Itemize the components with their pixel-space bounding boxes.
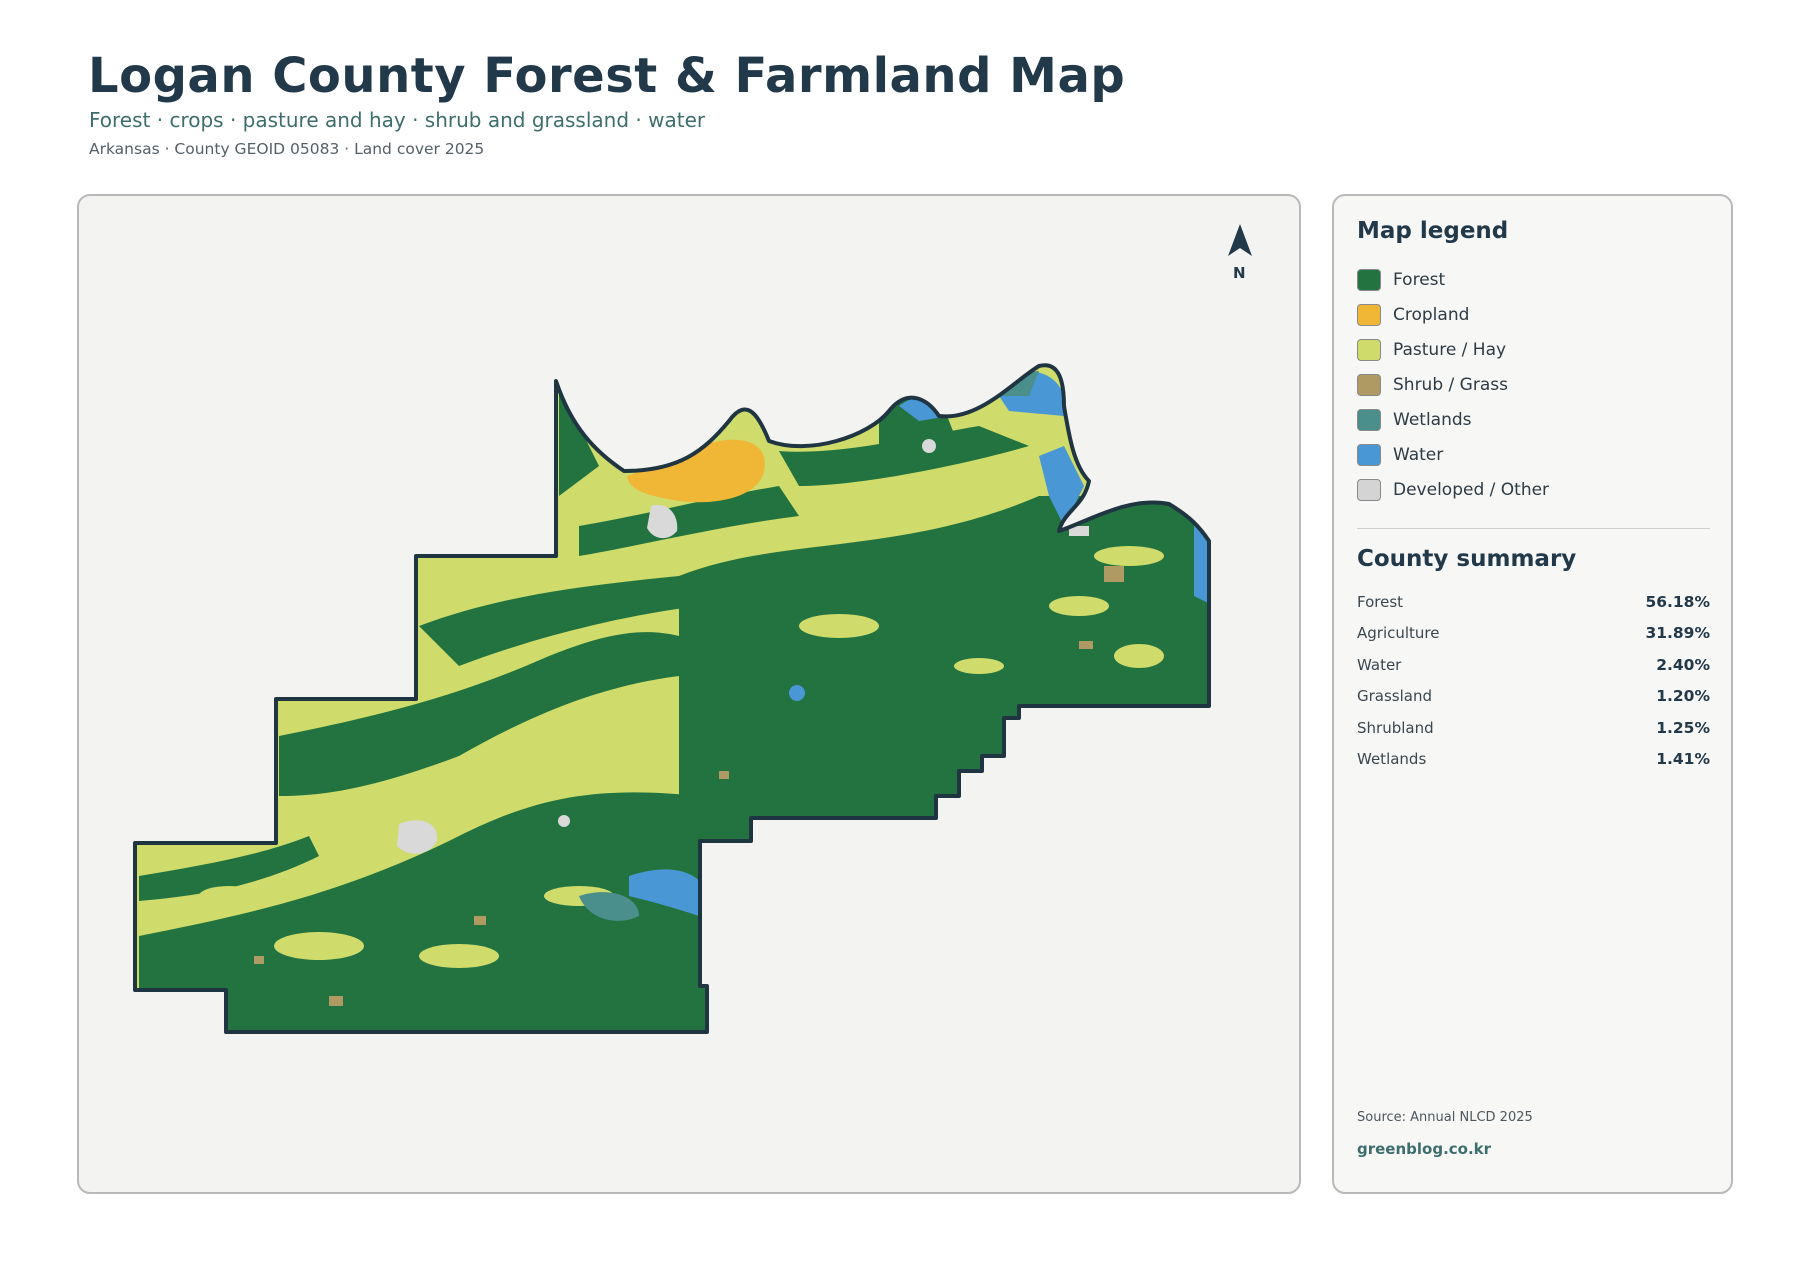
page-meta: Arkansas · County GEOID 05083 · Land cov…	[89, 140, 485, 158]
summary-name: Grassland	[1357, 687, 1432, 706]
legend-swatch-developed	[1357, 478, 1381, 501]
summary-row: Wetlands 1.41%	[1357, 744, 1710, 776]
map-panel[interactable]: N	[77, 194, 1301, 1194]
legend-swatch-shrub	[1357, 373, 1381, 396]
legend-swatch-wetlands	[1357, 408, 1381, 431]
summary-row: Water 2.40%	[1357, 649, 1710, 681]
page-title: Logan County Forest & Farmland Map	[88, 48, 1126, 104]
summary-value: 2.40%	[1656, 655, 1710, 674]
legend-item-wetlands: Wetlands	[1357, 402, 1549, 437]
legend-swatch-pasture	[1357, 338, 1381, 361]
site-link[interactable]: greenblog.co.kr	[1357, 1140, 1491, 1158]
source-note: Source: Annual NLCD 2025	[1357, 1110, 1533, 1125]
summary-row: Grassland 1.20%	[1357, 681, 1710, 713]
summary-name: Shrubland	[1357, 718, 1434, 737]
legend-swatch-water	[1357, 443, 1381, 466]
summary-name: Water	[1357, 655, 1402, 674]
legend-label: Forest	[1393, 269, 1446, 290]
legend-title: Map legend	[1357, 218, 1509, 244]
legend-label: Water	[1393, 444, 1444, 465]
page-subtitle: Forest · crops · pasture and hay · shrub…	[89, 108, 706, 132]
legend-swatch-forest	[1357, 268, 1381, 291]
legend-label: Developed / Other	[1393, 479, 1550, 500]
panel-divider	[1357, 528, 1710, 529]
summary-name: Forest	[1357, 592, 1404, 611]
summary-value: 1.25%	[1656, 718, 1710, 737]
summary-row: Forest 56.18%	[1357, 586, 1710, 618]
legend-item-cropland: Cropland	[1357, 297, 1549, 332]
summary-row: Agriculture 31.89%	[1357, 618, 1710, 650]
legend-swatch-cropland	[1357, 303, 1381, 326]
summary-name: Wetlands	[1357, 750, 1427, 769]
summary-title: County summary	[1357, 546, 1577, 572]
summary-value: 31.89%	[1645, 624, 1710, 643]
legend-label: Shrub / Grass	[1393, 374, 1508, 395]
legend-item-pasture: Pasture / Hay	[1357, 332, 1549, 367]
legend-label: Cropland	[1393, 304, 1470, 325]
legend-item-water: Water	[1357, 437, 1549, 472]
summary-value: 56.18%	[1645, 592, 1710, 611]
summary-row: Shrubland 1.25%	[1357, 712, 1710, 744]
county-map[interactable]	[79, 196, 1301, 1194]
legend-label: Wetlands	[1393, 409, 1472, 430]
summary-value: 1.41%	[1656, 750, 1710, 769]
summary-name: Agriculture	[1357, 624, 1440, 643]
legend-item-developed: Developed / Other	[1357, 472, 1549, 507]
summary-table: Forest 56.18% Agriculture 31.89% Water 2…	[1357, 586, 1710, 775]
summary-value: 1.20%	[1656, 687, 1710, 706]
legend-item-forest: Forest	[1357, 262, 1549, 297]
legend-list: Forest Cropland Pasture / Hay Shrub / Gr…	[1357, 262, 1549, 507]
side-panel: Map legend Forest Cropland Pasture / Hay…	[1332, 194, 1733, 1194]
legend-label: Pasture / Hay	[1393, 339, 1507, 360]
north-label: N	[1233, 264, 1246, 282]
legend-item-shrub: Shrub / Grass	[1357, 367, 1549, 402]
